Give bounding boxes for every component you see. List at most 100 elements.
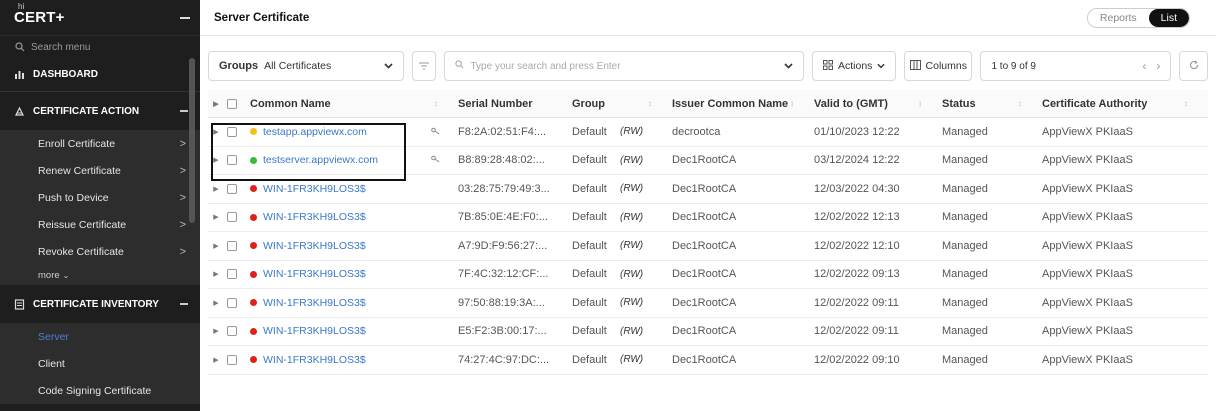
sidebar-item-code-signing-certificate[interactable]: Code Signing Certificate [0, 377, 200, 404]
sidebar-item-enroll-certificate[interactable]: Enroll Certificate > [0, 130, 200, 157]
table-row[interactable]: ▶ testapp.appviewx.com F8:2A:02:51:F4:... D… [208, 118, 1208, 147]
sort-icon[interactable]: ↕ [918, 99, 922, 108]
toolbar: Groups All Certificates Actions [208, 50, 1208, 82]
sidebar-item-server[interactable]: Server [0, 323, 200, 350]
row-checkbox[interactable] [222, 261, 242, 289]
sort-icon[interactable]: ↕ [434, 99, 438, 108]
nav-dashboard[interactable]: DASHBOARD [0, 58, 200, 92]
sidebar-item-renew-certificate[interactable]: Renew Certificate > [0, 157, 200, 184]
table-row[interactable]: ▶ WIN-1FR3KH9LOS3$ 97:50:88:19:3A:... Defau… [208, 289, 1208, 318]
sort-icon[interactable]: ↕ [1184, 99, 1188, 108]
column-header-common-name[interactable]: Common Name ↕ [242, 90, 448, 117]
inventory-icon [14, 298, 25, 310]
column-header-label: Group [572, 97, 605, 110]
sort-icon[interactable]: ↕ [790, 99, 794, 108]
column-header-serial-number[interactable]: Serial Number [448, 90, 562, 117]
column-header-label: Status [942, 97, 976, 110]
search-menu[interactable]: Search menu [0, 36, 200, 58]
expand-row-icon[interactable]: ▶ [208, 346, 222, 374]
list-view-button[interactable]: List [1148, 8, 1189, 27]
table-body: ▶ testapp.appviewx.com F8:2A:02:51:F4:... D… [208, 118, 1208, 375]
expand-row-icon[interactable]: ▶ [208, 118, 222, 146]
sidebar-more-link[interactable]: more ⌄ [0, 265, 200, 285]
search-input[interactable] [470, 60, 779, 72]
row-checkbox[interactable] [222, 232, 242, 260]
sort-icon[interactable]: ↕ [648, 99, 652, 108]
search-box[interactable] [444, 51, 805, 81]
collapse-sidebar-icon[interactable] [180, 16, 190, 19]
row-checkbox[interactable] [222, 175, 242, 203]
chevron-right-icon: > [179, 137, 186, 150]
certificate-authority-cell: AppViewX PKIaaS [1042, 182, 1133, 195]
sidebar-item-client[interactable]: Client [0, 350, 200, 377]
rw-cell: (RW) [620, 354, 644, 366]
column-header-status[interactable]: Status ↕ [932, 90, 1032, 117]
collapse-section-icon[interactable] [180, 110, 188, 112]
column-header-certificate-authority[interactable]: Certificate Authority ↕ [1032, 90, 1198, 117]
column-header-issuer-common-name[interactable]: Issuer Common Name ↕ [662, 90, 804, 117]
actions-button[interactable]: Actions [812, 51, 897, 81]
reports-view-button[interactable]: Reports [1087, 8, 1149, 27]
valid-to-cell: 03/12/2024 12:22 [814, 154, 900, 167]
table-row[interactable]: ▶ WIN-1FR3KH9LOS3$ E5:F2:3B:00:17:... Defau… [208, 318, 1208, 346]
rw-cell: (RW) [620, 325, 644, 337]
column-header-label: Common Name [250, 97, 331, 110]
select-all-checkbox[interactable] [222, 90, 242, 117]
expand-row-icon[interactable]: ▶ [208, 289, 222, 317]
common-name-link[interactable]: WIN-1FR3KH9LOS3$ [263, 325, 366, 337]
sort-icon[interactable]: ↕ [1018, 99, 1022, 108]
section-certificate-action[interactable]: CERTIFICATE ACTION [0, 92, 200, 130]
expand-row-icon[interactable]: ▶ [208, 175, 222, 203]
expand-row-icon[interactable]: ▶ [208, 318, 222, 346]
table-row[interactable]: ▶ WIN-1FR3KH9LOS3$ 7F:4C:32:12:CF:... Defau… [208, 261, 1208, 289]
common-name-link[interactable]: WIN-1FR3KH9LOS3$ [263, 211, 366, 223]
row-checkbox[interactable] [222, 147, 242, 175]
group-cell: Default [572, 353, 607, 366]
row-checkbox[interactable] [222, 346, 242, 374]
chevron-down-icon[interactable] [784, 61, 793, 72]
common-name-link[interactable]: WIN-1FR3KH9LOS3$ [263, 183, 366, 195]
chevron-right-icon: > [179, 245, 186, 258]
view-toggle[interactable]: Reports List [1086, 7, 1190, 28]
common-name-link[interactable]: testserver.appviewx.com [263, 154, 378, 166]
previous-page-icon[interactable]: ‹ [1142, 59, 1146, 73]
expand-all-icon[interactable]: ▶ [208, 90, 222, 117]
row-checkbox[interactable] [222, 118, 242, 146]
groups-select[interactable]: Groups All Certificates [208, 51, 404, 81]
expand-row-icon[interactable]: ▶ [208, 232, 222, 260]
filter-button[interactable] [411, 51, 437, 81]
table-row[interactable]: ▶ WIN-1FR3KH9LOS3$ 74:27:4C:97:DC:... Defau… [208, 346, 1208, 375]
row-checkbox[interactable] [222, 204, 242, 232]
column-header-label: Serial Number [458, 97, 533, 110]
table-row[interactable]: ▶ WIN-1FR3KH9LOS3$ A7:9D:F9:56:27:... Defau… [208, 232, 1208, 261]
groups-value: All Certificates [264, 60, 332, 72]
sidebar-item-label: Server [38, 330, 69, 343]
sidebar-item-reissue-certificate[interactable]: Reissue Certificate > [0, 211, 200, 238]
table-row[interactable]: ▶ WIN-1FR3KH9LOS3$ 03:28:75:79:49:3... Defa… [208, 175, 1208, 204]
common-name-link[interactable]: WIN-1FR3KH9LOS3$ [263, 268, 366, 280]
section-certificate-inventory[interactable]: CERTIFICATE INVENTORY [0, 285, 200, 323]
sidebar-item-revoke-certificate[interactable]: Revoke Certificate > [0, 238, 200, 265]
columns-button[interactable]: Columns [904, 51, 973, 81]
sidebar-scrollbar[interactable] [189, 58, 195, 223]
column-header-valid-to[interactable]: Valid to (GMT) ↕ [804, 90, 932, 117]
sidebar-item-push-to-device[interactable]: Push to Device > [0, 184, 200, 211]
row-checkbox[interactable] [222, 289, 242, 317]
row-checkbox[interactable] [222, 318, 242, 346]
refresh-button[interactable] [1179, 51, 1208, 81]
common-name-link[interactable]: WIN-1FR3KH9LOS3$ [263, 297, 366, 309]
expand-row-icon[interactable]: ▶ [208, 147, 222, 175]
table-row[interactable]: ▶ testserver.appviewx.com B8:89:28:48:02:.… [208, 147, 1208, 175]
table-row[interactable]: ▶ WIN-1FR3KH9LOS3$ 7B:85:0E:4E:F0:... Defau… [208, 204, 1208, 232]
common-name-link[interactable]: testapp.appviewx.com [263, 126, 367, 138]
common-name-cell: WIN-1FR3KH9LOS3$ [242, 204, 448, 232]
expand-row-icon[interactable]: ▶ [208, 204, 222, 232]
column-header-group[interactable]: Group [562, 90, 616, 117]
expand-row-icon[interactable]: ▶ [208, 261, 222, 289]
next-page-icon[interactable]: › [1156, 59, 1160, 73]
common-name-link[interactable]: WIN-1FR3KH9LOS3$ [263, 240, 366, 252]
collapse-section-icon[interactable] [180, 303, 188, 305]
table-header-row: ▶ Common Name ↕ Serial Number Group ↕ Is… [208, 90, 1208, 118]
common-name-link[interactable]: WIN-1FR3KH9LOS3$ [263, 354, 366, 366]
rw-cell: (RW) [620, 211, 644, 223]
